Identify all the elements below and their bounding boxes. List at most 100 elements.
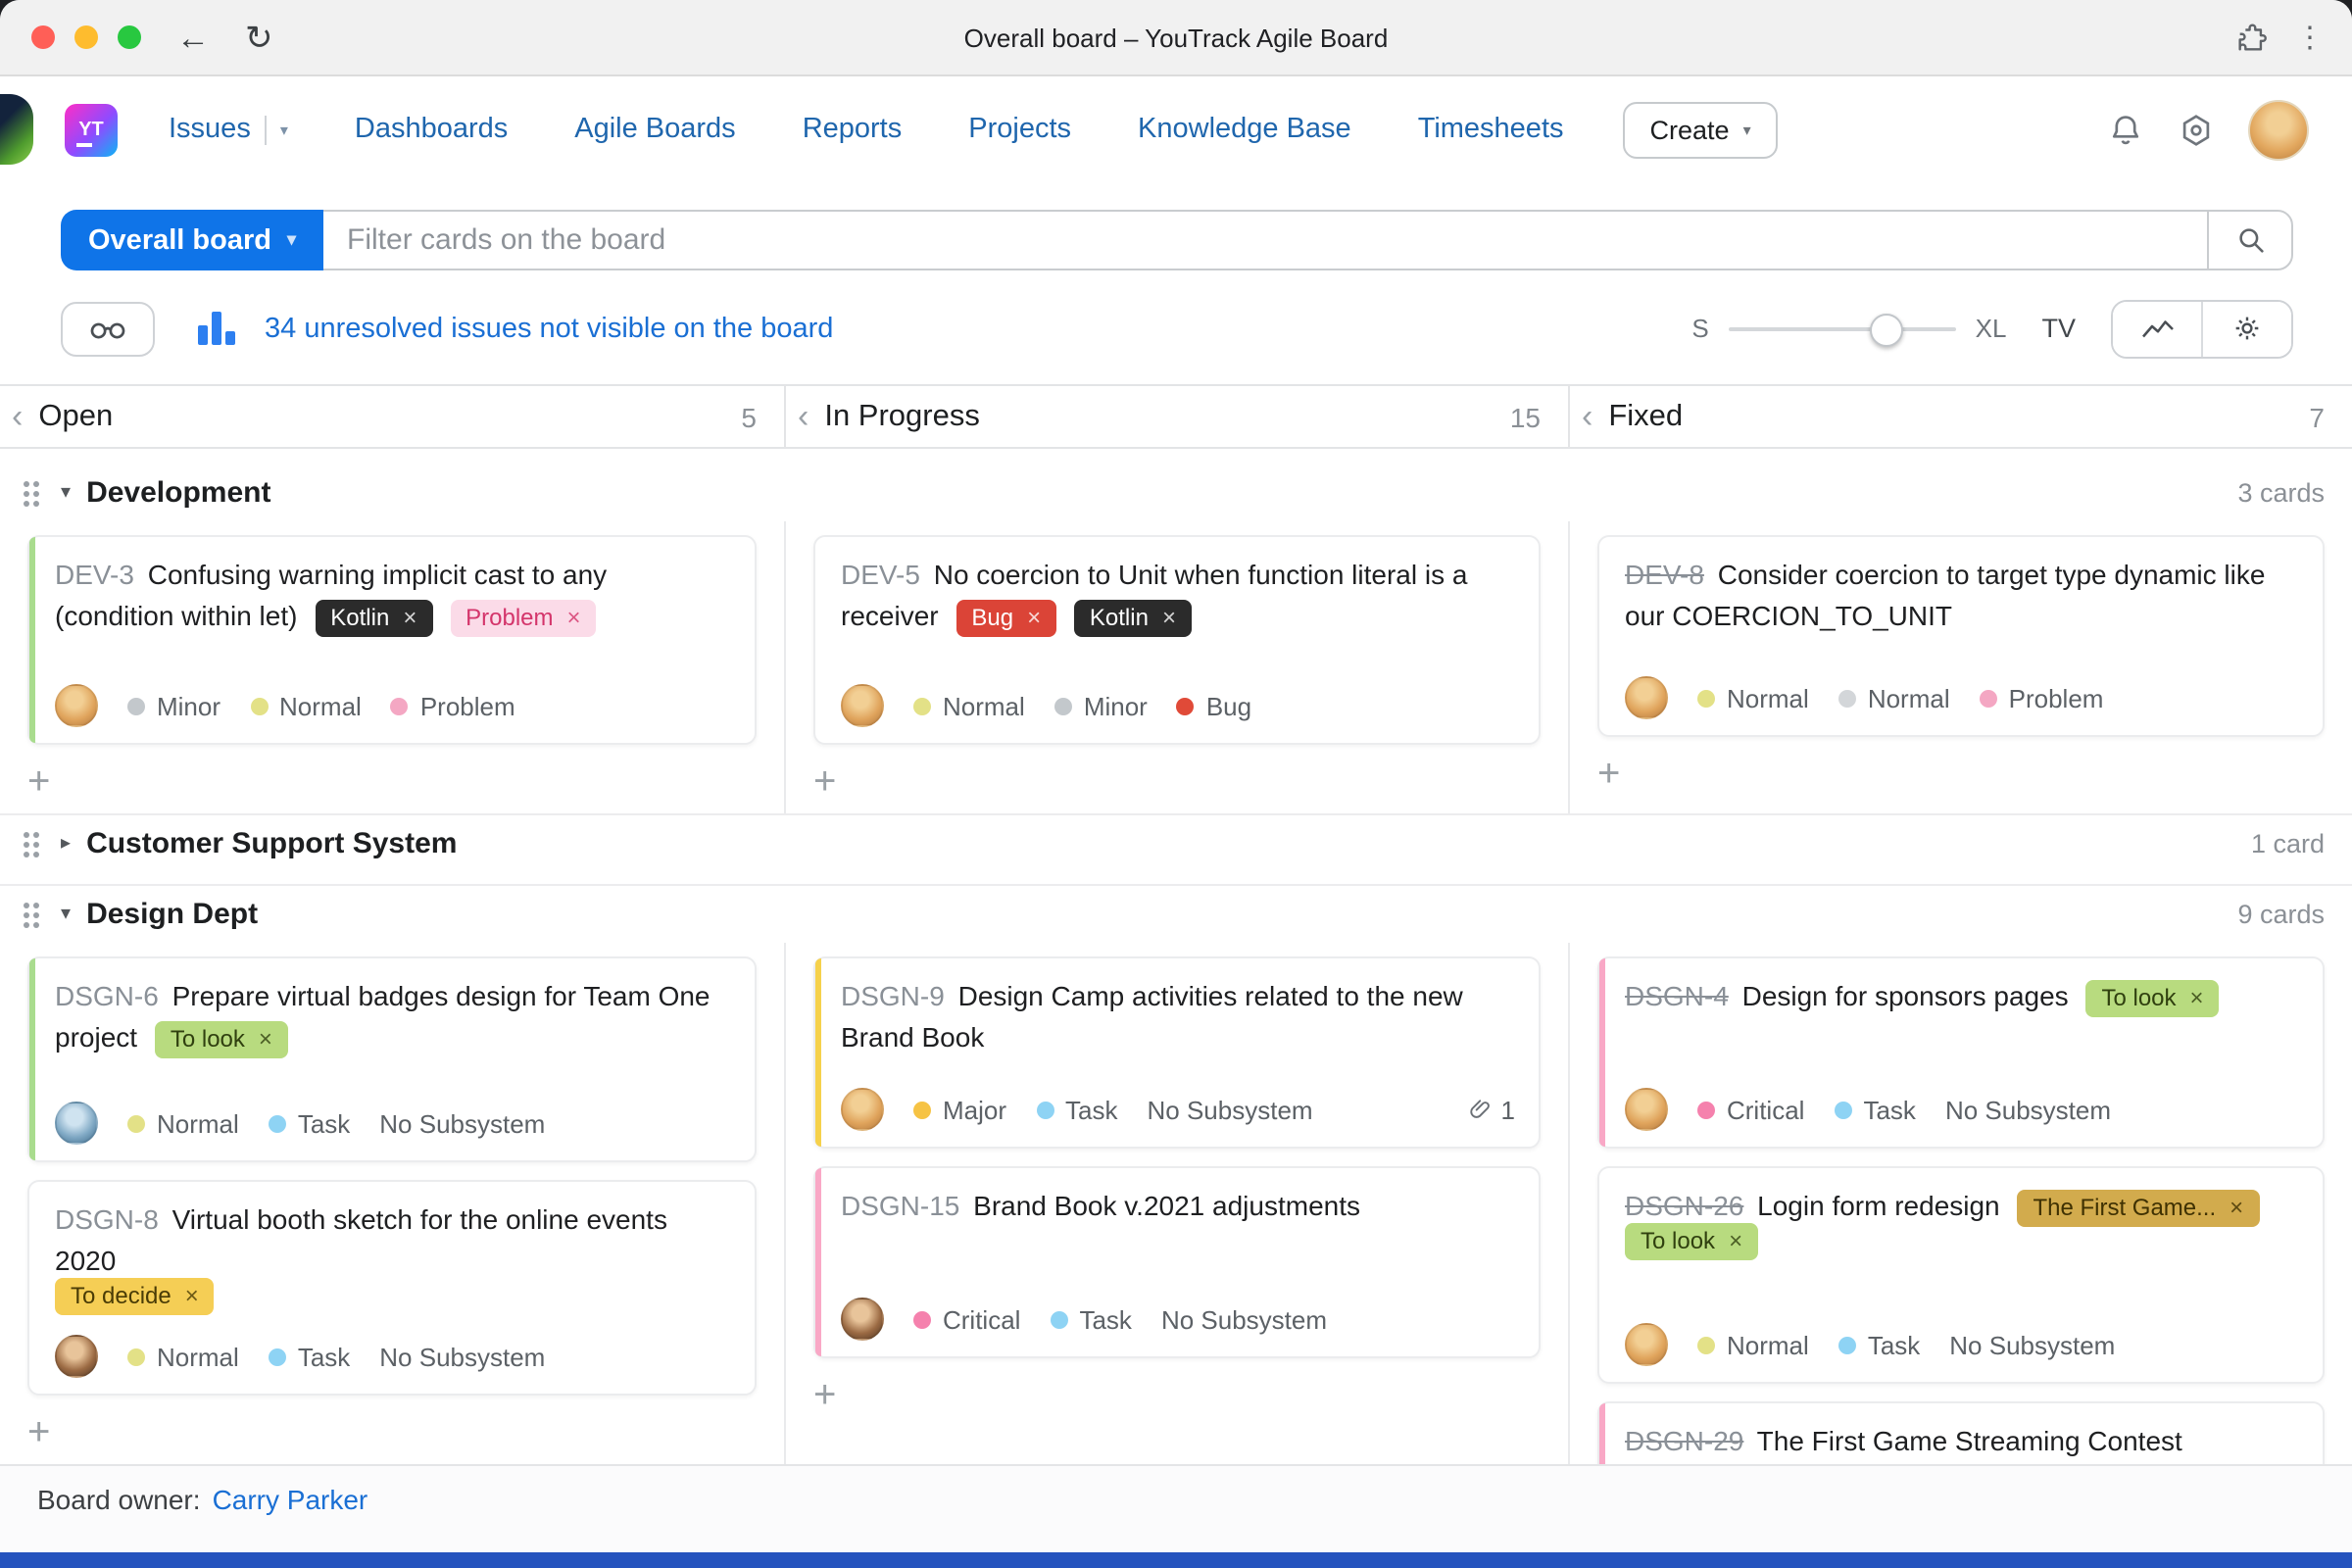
unresolved-issues-link[interactable]: 34 unresolved issues not visible on the …	[265, 313, 833, 344]
expand-swimlane-icon[interactable]	[61, 833, 71, 855]
chevron-down-icon: ▾	[286, 229, 297, 249]
type-dot	[1036, 1101, 1054, 1118]
tag-to-decide[interactable]: To decide	[55, 1278, 215, 1315]
swimlane-design-header: Design Dept 9 cards	[0, 884, 2352, 943]
card-dsgn-15[interactable]: DSGN-15 Brand Book v.2021 adjustments Cr…	[813, 1166, 1541, 1358]
nav-agile-boards[interactable]: Agile Boards	[574, 114, 735, 145]
card-dsgn-9[interactable]: DSGN-9 Design Camp activities related to…	[813, 956, 1541, 1149]
tag-to-look[interactable]: To look	[1625, 1223, 1759, 1260]
board-settings-button[interactable]	[2201, 301, 2291, 356]
issue-id: DEV-5	[841, 559, 920, 590]
nav-reports[interactable]: Reports	[803, 114, 903, 145]
drag-handle-icon[interactable]	[20, 897, 43, 932]
collapse-column-icon[interactable]	[12, 400, 23, 433]
type-dot	[268, 1114, 286, 1132]
remove-tag-icon[interactable]	[259, 1025, 272, 1053]
card-dsgn-4[interactable]: DSGN-4 Design for sponsors pages To look…	[1597, 956, 2325, 1149]
browser-menu-icon[interactable]	[2295, 19, 2325, 56]
paperclip-icon	[1468, 1096, 1494, 1123]
collapse-column-icon[interactable]	[798, 400, 808, 433]
card-size-min-label: S	[1691, 314, 1709, 343]
window-minimize-button[interactable]	[74, 25, 98, 49]
remove-tag-icon[interactable]	[1027, 604, 1041, 631]
remove-tag-icon[interactable]	[1729, 1227, 1742, 1254]
search-icon	[2233, 223, 2267, 257]
filter-input[interactable]	[323, 210, 2207, 270]
card-meta: Normal Minor Bug	[841, 684, 1515, 727]
card-dsgn-8[interactable]: DSGN-8 Virtual booth sketch for the onli…	[27, 1180, 757, 1396]
drag-handle-icon[interactable]	[20, 475, 43, 511]
remove-tag-icon[interactable]	[1162, 604, 1176, 631]
card-size-slider[interactable]	[1728, 309, 1956, 348]
card-size-max-label: XL	[1975, 314, 2007, 343]
add-card-button[interactable]: +	[27, 762, 63, 802]
swimlane-development-body: DEV-3 Confusing warning implicit cast to…	[0, 521, 2352, 813]
nav-divider	[264, 115, 267, 144]
tv-mode-button[interactable]: TV	[2041, 314, 2076, 343]
extensions-puzzle-icon[interactable]	[2234, 21, 2268, 54]
collapse-column-icon[interactable]	[1582, 400, 1592, 433]
attachments: 1	[1468, 1095, 1515, 1124]
tag-the-first-game[interactable]: The First Game...	[2017, 1190, 2260, 1227]
tag-kotlin[interactable]: Kotlin	[315, 600, 433, 637]
tag-problem[interactable]: Problem	[450, 600, 597, 637]
chevron-down-icon[interactable]: ▾	[280, 121, 288, 138]
remove-tag-icon[interactable]	[2190, 984, 2204, 1011]
window-zoom-button[interactable]	[118, 25, 141, 49]
collapse-swimlane-icon[interactable]	[61, 482, 71, 504]
add-card-button[interactable]: +	[813, 762, 849, 802]
swimlane-customer-support-header: Customer Support System 1 card	[0, 813, 2352, 872]
card-dev-5[interactable]: DEV-5 No coercion to Unit when function …	[813, 535, 1541, 745]
column-name: In Progress	[824, 399, 980, 432]
nav-timesheets[interactable]: Timesheets	[1418, 114, 1564, 145]
add-card-button[interactable]: +	[1597, 755, 1633, 794]
column-headers: Open 5 In Progress 15 Fixed 7	[0, 384, 2352, 449]
bar-chart-icon[interactable]	[198, 312, 235, 345]
chevron-down-icon: ▾	[1742, 121, 1751, 138]
remove-tag-icon[interactable]	[403, 604, 416, 631]
remove-tag-icon[interactable]	[2230, 1194, 2243, 1221]
bell-icon[interactable]	[2107, 111, 2144, 148]
swimlane-design-body: DSGN-6 Prepare virtual badges design for…	[0, 943, 2352, 1464]
card-dev-3[interactable]: DEV-3 Confusing warning implicit cast to…	[27, 535, 757, 745]
priority-dot	[1697, 1336, 1715, 1353]
tag-to-look[interactable]: To look	[154, 1021, 288, 1058]
board-spectacles-button[interactable]	[61, 301, 155, 356]
avatar	[841, 1088, 884, 1131]
card-dev-8[interactable]: DEV-8 Consider coercion to target type d…	[1597, 535, 2325, 737]
add-card-button[interactable]: +	[813, 1376, 849, 1415]
nav-projects[interactable]: Projects	[968, 114, 1071, 145]
slider-track[interactable]	[1728, 326, 1956, 330]
slider-thumb[interactable]	[1869, 313, 1903, 346]
add-card-button[interactable]: +	[27, 1413, 63, 1452]
board-owner-label: Board owner:	[37, 1484, 201, 1515]
column-count: 15	[1509, 401, 1541, 432]
cell-open: DEV-3 Confusing warning implicit cast to…	[0, 521, 784, 813]
card-meta: Critical Task No Subsystem	[841, 1298, 1515, 1341]
board-owner-link[interactable]: Carry Parker	[213, 1484, 368, 1515]
nav-issues[interactable]: Issues	[169, 114, 251, 145]
card-dsgn-26[interactable]: DSGN-26 Login form redesign The First Ga…	[1597, 1166, 2325, 1384]
browser-reload-icon[interactable]: ↻	[245, 21, 273, 54]
type-dot	[268, 1348, 286, 1365]
card-dsgn-29[interactable]: DSGN-29 The First Game Streaming Contest…	[1597, 1401, 2325, 1464]
tag-kotlin[interactable]: Kotlin	[1073, 600, 1192, 637]
nav-dashboards[interactable]: Dashboards	[355, 114, 508, 145]
chart-view-button[interactable]	[2113, 301, 2201, 356]
nav-knowledge-base[interactable]: Knowledge Base	[1138, 114, 1351, 145]
create-button[interactable]: Create ▾	[1622, 101, 1779, 158]
search-button[interactable]	[2207, 210, 2293, 270]
board-selector-button[interactable]: Overall board ▾	[61, 210, 324, 270]
tag-to-look[interactable]: To look	[2085, 980, 2220, 1017]
drag-handle-icon[interactable]	[20, 826, 43, 861]
remove-tag-icon[interactable]	[185, 1282, 199, 1309]
tag-bug[interactable]: Bug	[956, 600, 1057, 637]
window-close-button[interactable]	[31, 25, 55, 49]
avatar[interactable]	[2248, 99, 2309, 160]
collapse-swimlane-icon[interactable]	[61, 904, 71, 925]
browser-back-icon[interactable]: ←	[176, 21, 210, 54]
card-dsgn-6[interactable]: DSGN-6 Prepare virtual badges design for…	[27, 956, 757, 1162]
youtrack-logo[interactable]: YT	[65, 103, 118, 156]
settings-icon[interactable]	[2178, 111, 2215, 148]
remove-tag-icon[interactable]	[567, 604, 581, 631]
